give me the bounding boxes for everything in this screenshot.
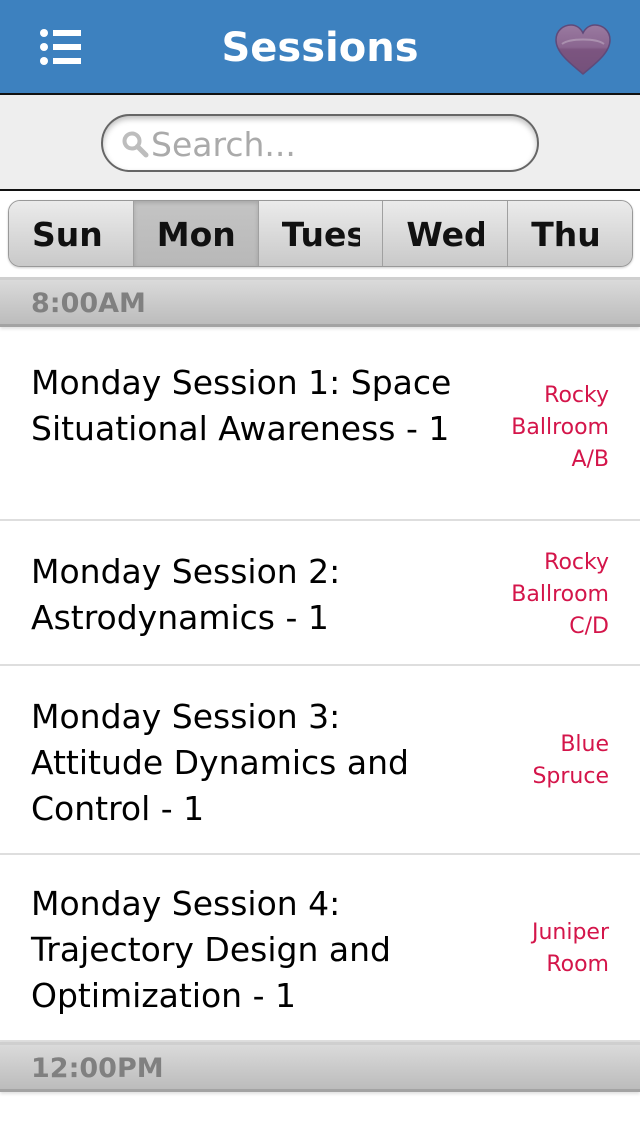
session-row[interactable]: Monday Session 4: Trajectory Design and … [0, 855, 640, 1042]
section-header: 12:00PM [0, 1042, 640, 1092]
section-time: 12:00PM [31, 1053, 164, 1084]
session-title: Monday Session 3: Attitude Dynamics and … [31, 697, 409, 828]
page-title: Sessions [221, 25, 419, 71]
session-room: Rocky Ballroom C/D [511, 550, 609, 639]
heart-icon [555, 24, 611, 76]
session-row[interactable]: Monday Session 1: Space Situational Awar… [0, 332, 640, 521]
session-row[interactable]: Monday Session 2: Astrodynamics - 1 Rock… [0, 521, 640, 666]
nav-bar: Sessions [0, 0, 640, 95]
session-title: Monday Session 4: Trajectory Design and … [31, 884, 391, 1015]
session-row[interactable]: Monday Session 3: Attitude Dynamics and … [0, 666, 640, 855]
tab-thu[interactable]: Thu [508, 201, 632, 266]
session-title: Monday Session 2: Astrodynamics - 1 [31, 552, 341, 637]
tab-sun[interactable]: Sun [9, 201, 134, 266]
session-room: Rocky Ballroom A/B [511, 383, 609, 472]
session-room: Blue Spruce [532, 732, 609, 789]
tab-tues[interactable]: Tues [258, 201, 384, 266]
search-icon [122, 131, 149, 158]
search-field[interactable] [101, 114, 539, 172]
search-input[interactable] [151, 124, 521, 164]
session-title: Monday Session 1: Space Situational Awar… [31, 363, 452, 448]
section-header: 8:00AM [0, 277, 640, 327]
day-tabs: Sun Mon Tues Wed Thu [8, 200, 633, 267]
tab-mon[interactable]: Mon [133, 201, 259, 266]
section-time: 8:00AM [31, 288, 146, 319]
favorites-button[interactable] [552, 22, 614, 78]
tab-wed[interactable]: Wed [383, 201, 509, 266]
session-room: Juniper Room [531, 920, 609, 977]
search-bar [0, 95, 640, 191]
